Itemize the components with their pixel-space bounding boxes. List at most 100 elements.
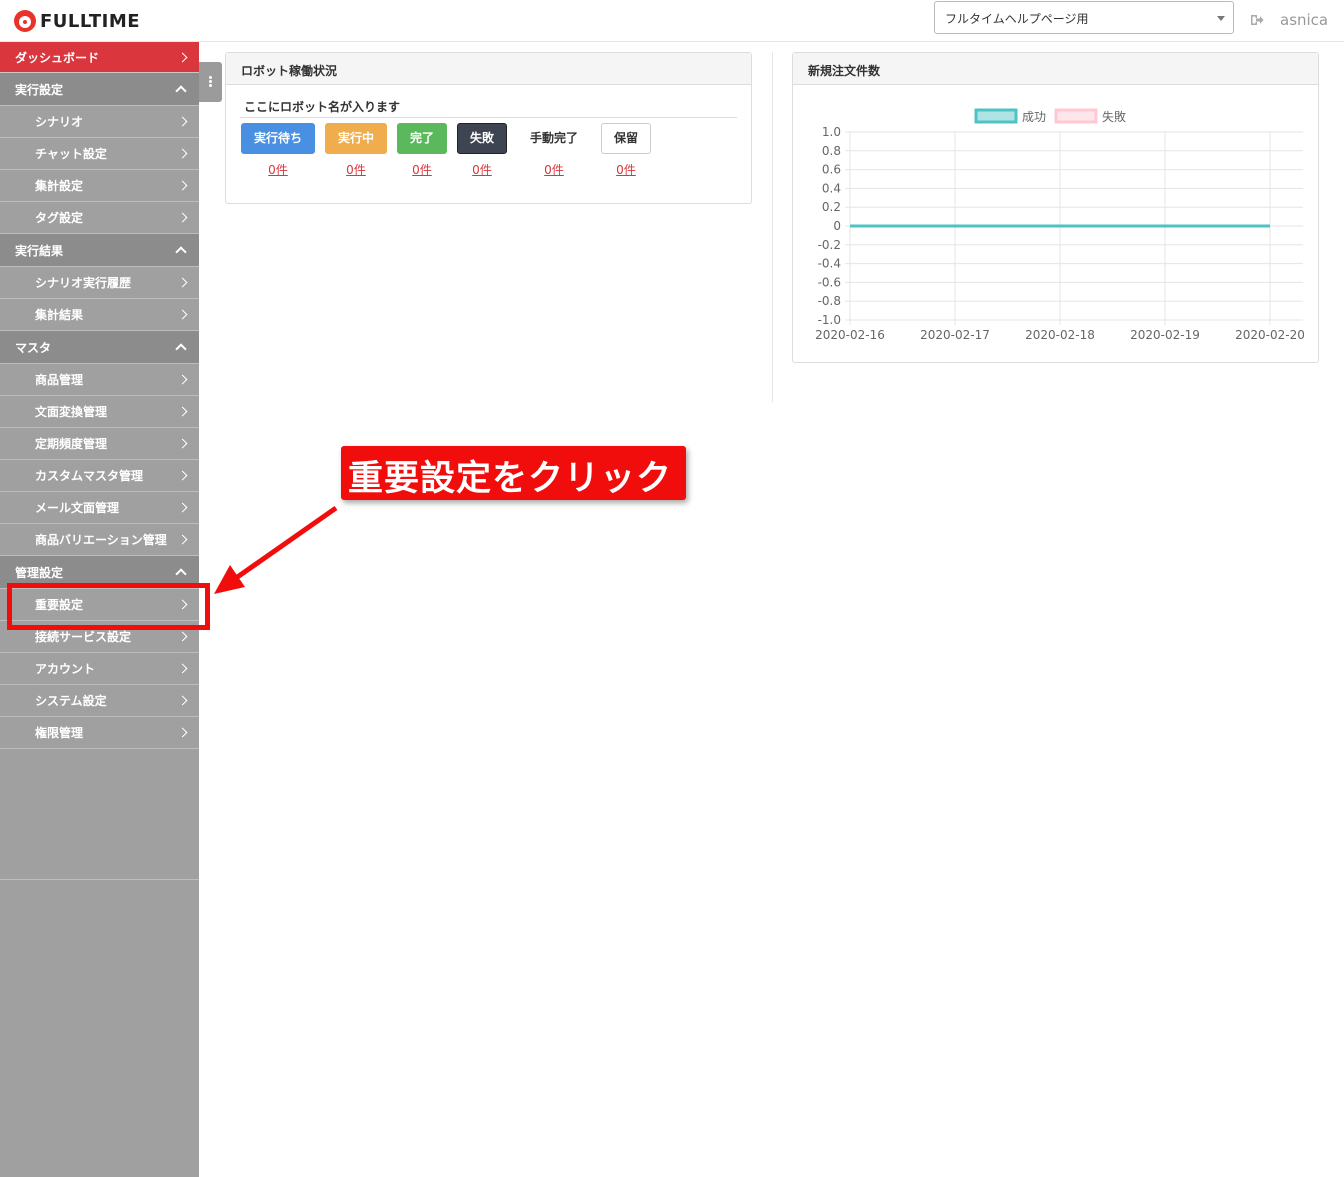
y-tick-label: 0 xyxy=(833,219,841,233)
status-running-button[interactable]: 実行中 xyxy=(325,123,387,154)
sidebar-item-label: カスタムマスタ管理 xyxy=(35,469,144,483)
sidebar-section-title: 管理設定 xyxy=(15,565,64,580)
y-tick-label: 0.2 xyxy=(822,200,841,214)
chevron-up-icon xyxy=(175,568,187,580)
status-manual-complete-button[interactable]: 手動完了 xyxy=(517,123,591,154)
sidebar-item-label: 定期頻度管理 xyxy=(35,437,108,451)
sidebar-item-custom-master[interactable]: カスタムマスタ管理 xyxy=(0,460,199,492)
chevron-right-icon xyxy=(177,309,188,320)
status-failed-button[interactable]: 失敗 xyxy=(457,123,507,154)
sidebar-empty-area xyxy=(0,749,199,880)
sidebar-item-label: タグ設定 xyxy=(35,211,84,225)
sidebar-section-master[interactable]: マスタ xyxy=(0,331,199,364)
sidebar-toggle-button[interactable] xyxy=(199,62,222,102)
sidebar-item-dashboard[interactable]: ダッシュボード xyxy=(0,42,199,73)
logout-icon[interactable] xyxy=(1250,13,1264,27)
caret-down-icon xyxy=(1217,16,1225,21)
chevron-right-icon xyxy=(177,148,188,159)
sidebar-item-label: 文面変換管理 xyxy=(35,405,108,419)
sidebar-item-frequency[interactable]: 定期頻度管理 xyxy=(0,428,199,460)
x-tick-label: 2020-02-16 xyxy=(815,328,885,342)
fulltime-logo[interactable]: FULLTIME xyxy=(14,10,140,32)
divider xyxy=(240,117,737,118)
sidebar-item-tag-settings[interactable]: タグ設定 xyxy=(0,202,199,234)
x-tick-label: 2020-02-20 xyxy=(1235,328,1305,342)
column-divider xyxy=(772,52,773,402)
sidebar-item-product-variations[interactable]: 商品バリエーション管理 xyxy=(0,524,199,556)
chevron-right-icon xyxy=(177,663,188,674)
status-complete-button[interactable]: 完了 xyxy=(397,123,447,154)
sidebar-item-label: シナリオ実行履歴 xyxy=(35,276,132,290)
y-tick-label: 0.6 xyxy=(822,163,841,177)
sidebar-item-label: 商品管理 xyxy=(35,373,84,387)
sidebar-item-chat-settings[interactable]: チャット設定 xyxy=(0,138,199,170)
sidebar-section-title: 実行設定 xyxy=(15,82,64,97)
y-tick-label: -0.4 xyxy=(818,257,841,271)
chevron-right-icon xyxy=(177,438,188,449)
username[interactable]: asnica xyxy=(1280,11,1328,29)
annotation-callout: 重要設定をクリック xyxy=(341,446,686,500)
sidebar-item-scenario[interactable]: シナリオ xyxy=(0,106,199,138)
sidebar-item-system-settings[interactable]: システム設定 xyxy=(0,685,199,717)
org-select[interactable]: フルタイムヘルプページ用 xyxy=(934,1,1234,34)
new-orders-panel: 新規注文件数 1.0 0.8 0.6 0.4 0.2 0 -0.2 -0.4 -0.6 -0.8 -… xyxy=(792,52,1319,363)
robot-status-panel: ロボット稼働状況 ここにロボット名が入ります 実行待ち 実行中 完了 失敗 手動… xyxy=(225,52,752,204)
chevron-right-icon xyxy=(177,534,188,545)
sidebar-item-text-conversion[interactable]: 文面変換管理 xyxy=(0,396,199,428)
y-tick-label: 1.0 xyxy=(822,125,841,139)
chevron-up-icon xyxy=(175,85,187,97)
panel-title: 新規注文件数 xyxy=(793,53,1318,85)
legend-swatch xyxy=(1054,108,1098,124)
chevron-right-icon xyxy=(177,695,188,706)
chevron-right-icon xyxy=(177,277,188,288)
logo-icon xyxy=(14,10,36,32)
count-failed-link[interactable]: 0件 xyxy=(457,161,507,178)
sidebar-section-execution-settings[interactable]: 実行設定 xyxy=(0,73,199,106)
sidebar-item-aggregation-results[interactable]: 集計結果 xyxy=(0,299,199,331)
x-tick-label: 2020-02-17 xyxy=(920,328,990,342)
count-waiting-link[interactable]: 0件 xyxy=(241,161,315,178)
chevron-right-icon xyxy=(177,727,188,738)
chevron-up-icon xyxy=(175,343,187,355)
sidebar-item-label: チャット設定 xyxy=(35,147,107,161)
x-tick-label: 2020-02-19 xyxy=(1130,328,1200,342)
sidebar-section-title: 実行結果 xyxy=(15,243,64,258)
status-hold-button[interactable]: 保留 xyxy=(601,123,651,154)
top-bar: FULLTIME フルタイムヘルプページ用 asnica xyxy=(0,0,1344,42)
sidebar-item-aggregation-settings[interactable]: 集計設定 xyxy=(0,170,199,202)
chevron-right-icon xyxy=(177,631,188,642)
chevron-right-icon xyxy=(177,116,188,127)
sidebar-item-label: メール文面管理 xyxy=(35,501,120,515)
x-tick-label: 2020-02-18 xyxy=(1025,328,1095,342)
status-waiting-button[interactable]: 実行待ち xyxy=(241,123,315,154)
y-tick-label: -0.8 xyxy=(818,294,841,308)
chevron-right-icon xyxy=(177,502,188,513)
sidebar-item-label: 権限管理 xyxy=(35,726,84,740)
count-complete-link[interactable]: 0件 xyxy=(397,161,447,178)
chevron-right-icon xyxy=(177,180,188,191)
chevron-up-icon xyxy=(175,246,187,258)
org-select-value: フルタイムヘルプページ用 xyxy=(945,12,1089,26)
sidebar-section-execution-results[interactable]: 実行結果 xyxy=(0,234,199,267)
sidebar-item-products[interactable]: 商品管理 xyxy=(0,364,199,396)
sidebar-section-title: マスタ xyxy=(15,340,52,355)
y-tick-label: -0.2 xyxy=(818,238,841,252)
y-tick-label: 0.8 xyxy=(822,144,841,158)
sidebar-item-scenario-history[interactable]: シナリオ実行履歴 xyxy=(0,267,199,299)
count-running-link[interactable]: 0件 xyxy=(325,161,387,178)
sidebar-item-permissions[interactable]: 権限管理 xyxy=(0,717,199,749)
new-orders-chart: 1.00.80.60.40.20-0.2-0.4-0.6-0.8-1.02020… xyxy=(815,108,1305,342)
sidebar-item-mail-templates[interactable]: メール文面管理 xyxy=(0,492,199,524)
y-tick-label: -1.0 xyxy=(818,313,841,327)
highlight-box xyxy=(7,583,210,630)
panel-title: ロボット稼働状況 xyxy=(226,53,751,85)
count-hold-link[interactable]: 0件 xyxy=(601,161,651,178)
count-manual-complete-link[interactable]: 0件 xyxy=(517,161,591,178)
sidebar-item-account[interactable]: アカウント xyxy=(0,653,199,685)
sidebar-item-label: ダッシュボード xyxy=(15,50,100,65)
sidebar-item-label: システム設定 xyxy=(35,694,107,708)
y-tick-label: -0.6 xyxy=(818,275,841,289)
sidebar-item-label: シナリオ xyxy=(35,115,84,129)
chevron-right-icon xyxy=(177,470,188,481)
legend-label: 失敗 xyxy=(1102,109,1126,124)
